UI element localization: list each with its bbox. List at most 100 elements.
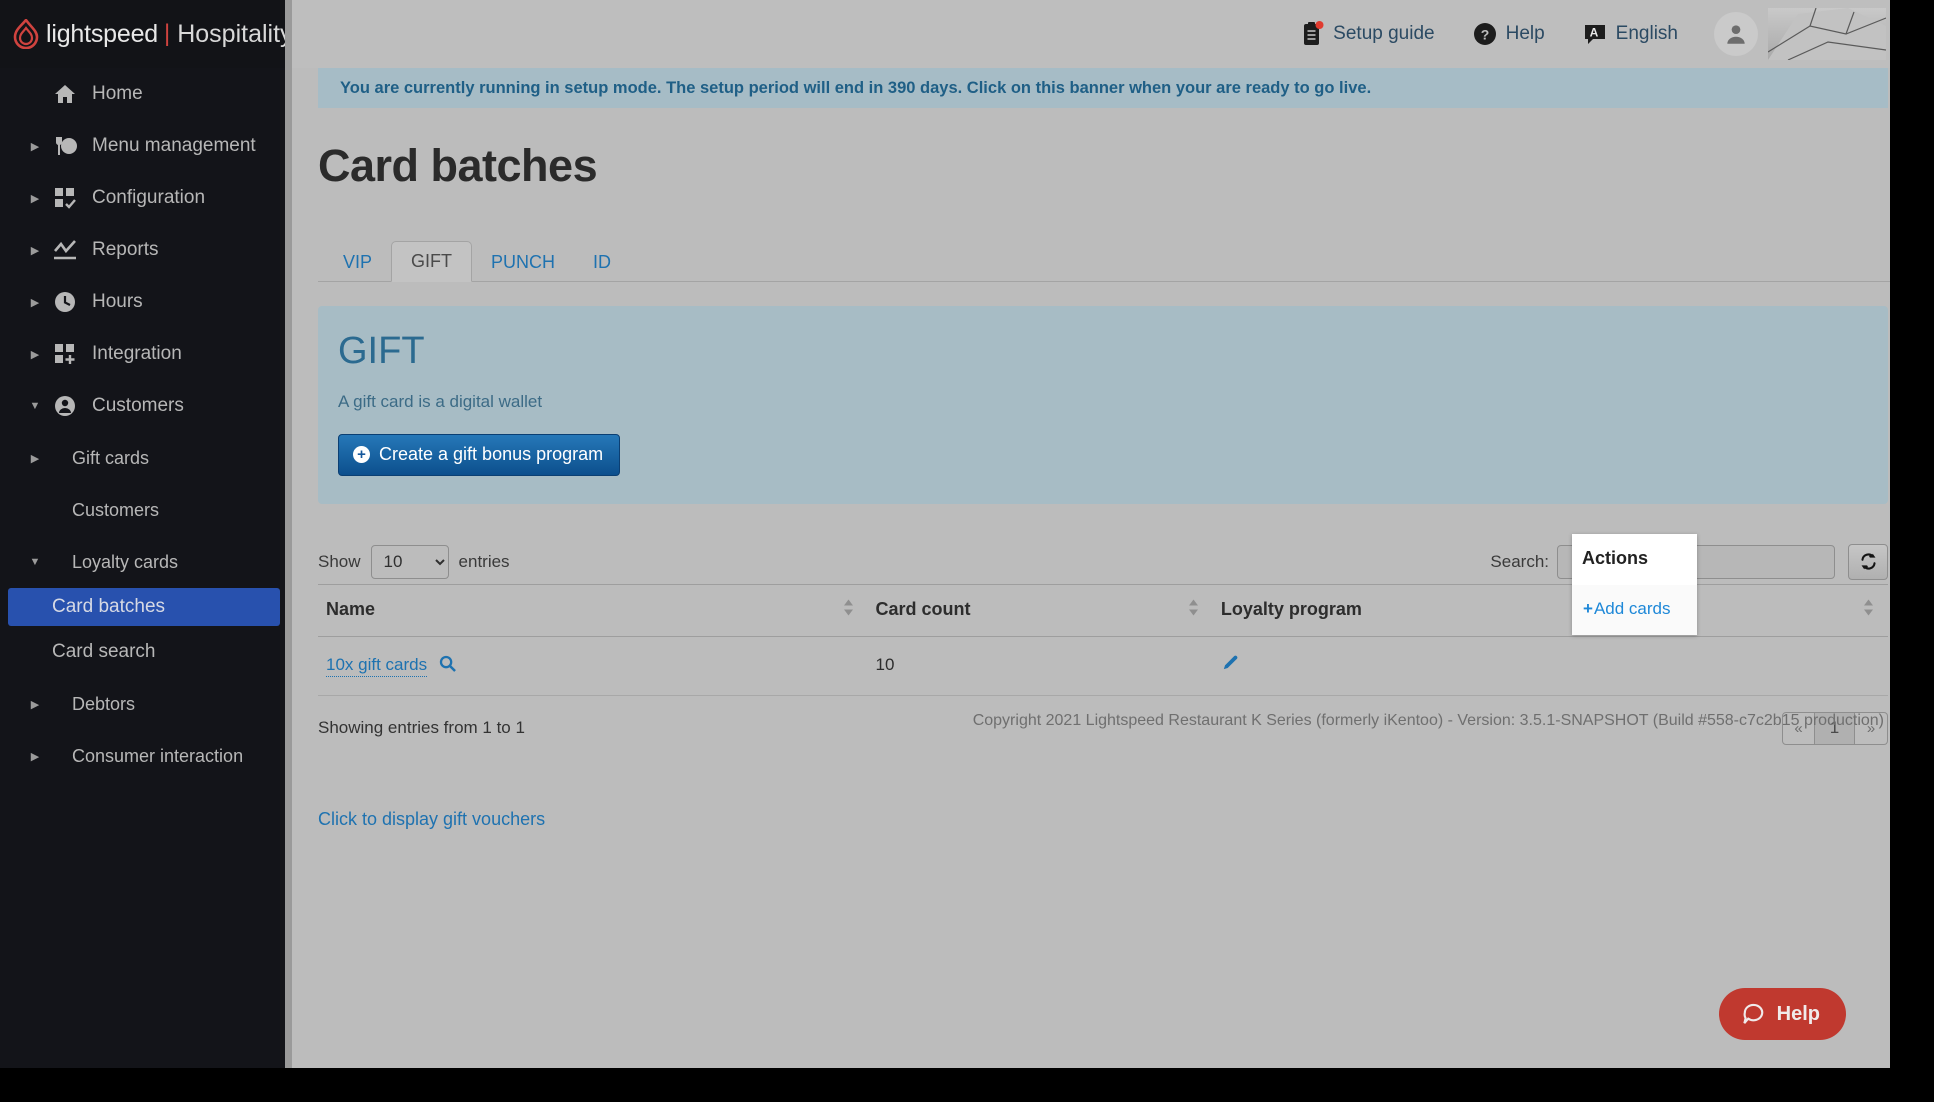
- plus-circle-icon: +: [353, 445, 370, 463]
- chevron-down-icon[interactable]: ▼: [20, 400, 50, 412]
- chevron-right-icon[interactable]: ▶: [20, 140, 50, 153]
- sidebar-item-configuration[interactable]: ▶ Configuration: [0, 172, 292, 224]
- question-circle-icon: ?: [1473, 22, 1497, 46]
- setup-banner-text: You are currently running in setup mode.…: [340, 78, 1372, 97]
- sort-icon: [1863, 599, 1874, 622]
- menu-management-icon: [50, 133, 80, 159]
- actions-popup: Actions +Add cards: [1572, 533, 1697, 635]
- sidebar-item-reports[interactable]: ▶ Reports: [0, 224, 292, 276]
- card-type-tabs: VIP GIFT PUNCH ID: [318, 240, 1890, 282]
- display-gift-vouchers-link[interactable]: Click to display gift vouchers: [318, 809, 545, 830]
- sidebar-item-label: Card batches: [52, 596, 166, 617]
- pencil-icon[interactable]: [1221, 653, 1240, 677]
- chevron-right-icon[interactable]: ▶: [20, 296, 50, 309]
- magnifier-icon[interactable]: [434, 655, 456, 674]
- show-label: Show: [318, 551, 361, 571]
- column-header-name[interactable]: Name: [318, 583, 868, 637]
- page-length-control: Show 10 25 50 100 entries: [318, 544, 510, 579]
- person-icon: [50, 393, 80, 419]
- help-widget-label: Help: [1776, 1002, 1820, 1025]
- sidebar-item-hours[interactable]: ▶ Hours: [0, 276, 292, 328]
- sidebar-item-card-batches[interactable]: Card batches: [8, 588, 280, 626]
- help-widget-button[interactable]: Help: [1718, 988, 1846, 1040]
- clipboard-icon: [1302, 21, 1324, 47]
- brand-separator: |: [163, 20, 171, 47]
- chevron-right-icon[interactable]: ▶: [20, 348, 50, 361]
- sidebar-item-card-search[interactable]: Card search: [0, 626, 292, 678]
- chevron-right-icon[interactable]: ▶: [20, 244, 50, 257]
- actions-popup-header: Actions: [1572, 533, 1697, 585]
- svg-text:A: A: [1589, 26, 1598, 40]
- setup-mode-banner[interactable]: You are currently running in setup mode.…: [318, 68, 1888, 108]
- footer-copyright: Copyright 2021 Lightspeed Restaurant K S…: [972, 712, 1884, 729]
- entries-label: entries: [458, 551, 510, 571]
- sidebar-item-label: Debtors: [72, 693, 136, 714]
- refresh-button[interactable]: [1848, 543, 1888, 580]
- cell-name: 10x gift cards: [318, 636, 868, 696]
- sidebar-item-label: Consumer interaction: [72, 745, 244, 766]
- tab-punch[interactable]: PUNCH: [472, 244, 574, 281]
- application-page: lightspeed | Hospitality Home ▶ Menu man…: [0, 0, 1890, 1068]
- column-label: Name: [326, 598, 376, 619]
- create-gift-bonus-program-button[interactable]: + Create a gift bonus program: [338, 433, 621, 476]
- table-row: 10x gift cards 10: [318, 636, 1888, 696]
- column-label: Card count: [875, 598, 971, 619]
- avatar[interactable]: [1714, 12, 1758, 56]
- sort-icon: [843, 599, 854, 622]
- column-header-loyalty-program: Loyalty program: [1212, 583, 1574, 637]
- setup-guide-label: Setup guide: [1333, 23, 1435, 44]
- sidebar-item-debtors[interactable]: ▶ Debtors: [0, 678, 292, 730]
- tab-gift[interactable]: GIFT: [391, 241, 473, 282]
- sidebar-item-customers[interactable]: Customers: [0, 484, 292, 536]
- main-content: You are currently running in setup mode.…: [292, 68, 1890, 1068]
- sidebar-item-label: Card search: [52, 641, 156, 662]
- batch-name-link[interactable]: 10x gift cards: [326, 654, 428, 677]
- refresh-icon: [1860, 553, 1876, 570]
- language-selector[interactable]: A English: [1583, 22, 1678, 46]
- add-cards-button[interactable]: +Add cards: [1572, 584, 1697, 635]
- sort-icon: [1188, 599, 1199, 622]
- chevron-right-icon[interactable]: ▶: [20, 698, 50, 711]
- sidebar-scrollbar[interactable]: [285, 0, 292, 1068]
- svg-text:?: ?: [1480, 27, 1489, 43]
- page-length-select[interactable]: 10 25 50 100: [370, 544, 449, 579]
- column-label: Loyalty program: [1220, 598, 1362, 619]
- sidebar-item-home[interactable]: Home: [0, 68, 292, 120]
- sidebar-item-consumer-interaction[interactable]: ▶ Consumer interaction: [0, 730, 292, 782]
- chevron-right-icon[interactable]: ▶: [20, 452, 50, 465]
- reports-icon: [50, 237, 80, 263]
- sidebar-item-label: Home: [92, 83, 143, 104]
- chat-bubble-icon: [1741, 1002, 1766, 1027]
- sidebar-scrollbar-thumb[interactable]: [285, 0, 292, 1068]
- language-label: English: [1615, 23, 1678, 44]
- configuration-icon: [50, 185, 80, 211]
- user-avatar-icon: [1727, 25, 1745, 44]
- chevron-right-icon[interactable]: ▶: [20, 750, 50, 763]
- brand-logo[interactable]: lightspeed | Hospitality: [0, 0, 293, 68]
- chevron-down-icon[interactable]: ▼: [20, 556, 50, 568]
- create-button-label: Create a gift bonus program: [379, 443, 604, 464]
- sidebar-item-integration[interactable]: ▶ Integration: [0, 328, 292, 380]
- sidebar-item-label: Reports: [92, 239, 159, 260]
- setup-guide-button[interactable]: Setup guide: [1302, 21, 1435, 47]
- venue-thumbnail: [1768, 8, 1886, 60]
- sidebar-item-gift-cards[interactable]: ▶ Gift cards: [0, 432, 292, 484]
- column-header-card-count[interactable]: Card count: [867, 583, 1213, 637]
- sidebar-item-menu-management[interactable]: ▶ Menu management: [0, 120, 292, 172]
- sidebar-item-label: Menu management: [92, 135, 256, 156]
- sidebar-item-label: Loyalty cards: [72, 551, 179, 572]
- sidebar-item-loyalty-cards[interactable]: ▼ Loyalty cards: [0, 536, 292, 588]
- sidebar-item-label: Gift cards: [72, 447, 150, 468]
- sidebar-item-customers-group[interactable]: ▼ Customers: [0, 380, 292, 432]
- clock-icon: [50, 289, 80, 315]
- chevron-right-icon[interactable]: ▶: [20, 192, 50, 205]
- add-cards-label: Add cards: [1593, 598, 1671, 618]
- cell-actions: [1573, 636, 1888, 696]
- tab-vip[interactable]: VIP: [324, 244, 391, 281]
- page-title: Card batches: [318, 140, 598, 191]
- cell-card-count: 10: [867, 636, 1213, 696]
- tab-id[interactable]: ID: [574, 244, 630, 281]
- top-header: Setup guide ? Help A English: [292, 0, 1890, 68]
- sidebar-item-label: Customers: [92, 395, 184, 416]
- help-button[interactable]: ? Help: [1473, 22, 1545, 46]
